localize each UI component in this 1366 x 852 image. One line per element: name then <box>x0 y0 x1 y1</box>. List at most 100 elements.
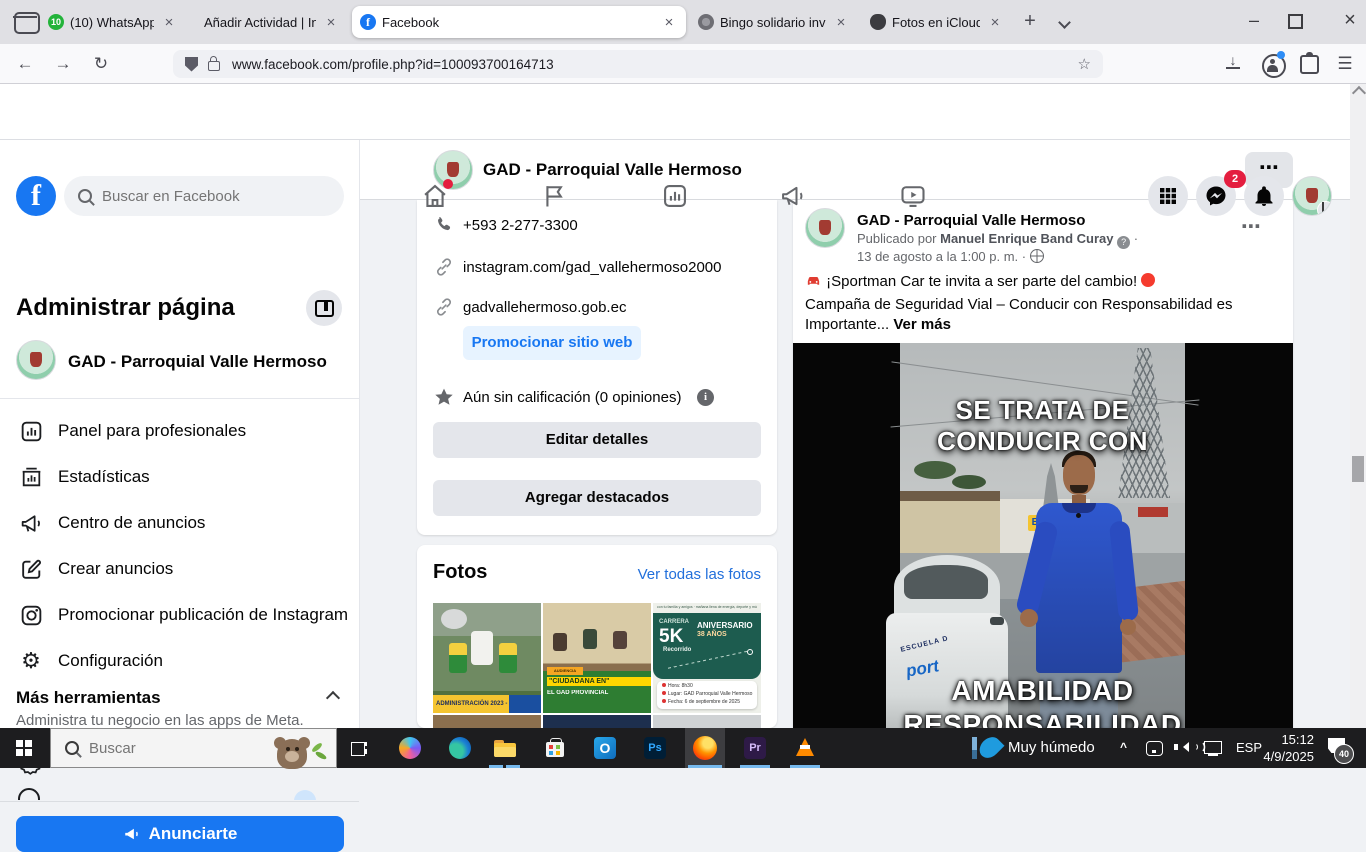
see-more-link[interactable]: Ver más <box>893 316 951 333</box>
tab-icloud[interactable]: Fotos en iCloud - Apple iClou × <box>862 6 1012 38</box>
advertise-button[interactable]: Anunciarte <box>16 816 344 852</box>
page-title[interactable]: GAD - Parroquial Valle Hermoso <box>483 160 983 180</box>
taskbar-search-input[interactable] <box>87 739 241 758</box>
photo-tag: AUDIENCIA <box>547 667 583 675</box>
reload-button[interactable]: ↻ <box>86 44 116 84</box>
facebook-logo[interactable]: f <box>16 176 56 216</box>
pencil-square-icon <box>18 556 44 582</box>
photo-thumbnail[interactable] <box>433 715 541 728</box>
tray-expand-chevron[interactable]: ^ <box>1120 740 1127 754</box>
facebook-search[interactable] <box>64 176 344 216</box>
vlc-icon[interactable] <box>785 728 825 768</box>
browser-menu-icon[interactable]: ☰ <box>1330 44 1360 84</box>
collapse-more-tools-chevron[interactable] <box>328 693 338 703</box>
url-input[interactable] <box>230 56 1078 73</box>
weather-text[interactable]: Muy húmedo <box>1008 739 1095 756</box>
outlook-icon[interactable]: O <box>585 728 625 768</box>
window-minimize-button[interactable]: – <box>1238 6 1270 36</box>
post-date[interactable]: 13 de agosto a la 1:00 p. m. · <box>857 249 1237 264</box>
window-close-button[interactable]: × <box>1334 6 1366 36</box>
photo-thumbnail[interactable] <box>653 715 761 728</box>
bookmark-star-icon[interactable]: ☆ <box>1078 55 1091 73</box>
tracking-shield-icon[interactable] <box>185 57 198 72</box>
photo-thumbnail[interactable]: con tu familia y amigos · mañana llena d… <box>653 603 761 713</box>
nav-insights-icon[interactable] <box>661 182 689 210</box>
task-view-button[interactable] <box>340 728 380 768</box>
tab-list-chevron[interactable] <box>1060 18 1069 27</box>
firefox-icon-active[interactable] <box>685 728 725 768</box>
downloads-icon[interactable]: ↓ <box>1226 54 1240 69</box>
post-video[interactable]: E ESCUELA D port <box>793 343 1293 728</box>
search-highlight-bear-image[interactable] <box>269 737 329 769</box>
forward-button[interactable]: → <box>48 44 78 84</box>
see-all-photos-link[interactable]: Ver todas las fotos <box>561 566 761 583</box>
tab-close-icon[interactable]: × <box>986 14 1004 31</box>
post-author-avatar[interactable] <box>805 208 845 248</box>
sidebar-item-crear-anuncios[interactable]: Crear anuncios <box>0 546 360 592</box>
sidebar-title: Administrar página <box>16 294 296 322</box>
tray-cast-icon[interactable] <box>1146 741 1163 756</box>
sidebar-item-promocionar-instagram[interactable]: Promocionar publicación de Instagram <box>0 592 360 638</box>
network-icon[interactable] <box>1204 741 1222 754</box>
edge-icon[interactable] <box>440 728 480 768</box>
tab-facebook-active[interactable]: f Facebook × <box>352 6 686 38</box>
taskbar-search[interactable] <box>50 728 337 768</box>
sidebar-item-configuracion[interactable]: ⚙ Configuración <box>0 638 360 684</box>
page-avatar[interactable] <box>16 340 56 380</box>
tab-title: Bingo solidario invitación <box>720 15 826 30</box>
new-tab-button[interactable]: + <box>1016 8 1044 36</box>
messenger-button[interactable]: 2 <box>1196 176 1236 216</box>
sidebar-item-panel[interactable]: Panel para profesionales <box>0 408 360 454</box>
tab-close-icon[interactable]: × <box>660 14 678 31</box>
photos-card: Fotos Ver todas las fotos ADMINISTRACIÓN… <box>417 545 777 728</box>
clock[interactable]: 15:12 4/9/2025 <box>1252 731 1314 765</box>
collapse-sidebar-button[interactable] <box>306 290 342 326</box>
sidebar-page-name[interactable]: GAD - Parroquial Valle Hermoso <box>68 352 348 372</box>
extensions-puzzle-icon[interactable] <box>1300 55 1319 74</box>
tab-informes[interactable]: Añadir Actividad | Informes Mens × <box>190 6 348 38</box>
volume-icon[interactable] <box>1178 742 1203 752</box>
scrollbar-up-arrow[interactable] <box>1354 88 1364 98</box>
instagram-link[interactable]: instagram.com/gad_vallehermoso2000 <box>463 259 763 276</box>
sidebar-item-centro-anuncios[interactable]: Centro de anuncios <box>0 500 360 546</box>
photo-thumbnail[interactable]: ADMINISTRACIÓN 2023 - 2027 <box>433 603 541 713</box>
tab-whatsapp[interactable]: 10 (10) WhatsApp Business × <box>40 6 186 38</box>
tab-bingo[interactable]: Bingo solidario invitación × <box>690 6 858 38</box>
scrollbar-thumb[interactable] <box>1352 456 1364 482</box>
microsoft-store-icon[interactable] <box>535 728 575 768</box>
start-button[interactable] <box>4 728 44 768</box>
window-maximize-button[interactable] <box>1288 14 1303 29</box>
nav-home-icon[interactable] <box>421 182 449 210</box>
question-badge-icon[interactable]: ? <box>1117 236 1130 249</box>
edit-details-button[interactable]: Editar detalles <box>433 422 761 458</box>
lock-icon[interactable] <box>208 61 220 71</box>
back-button[interactable]: ← <box>10 44 40 84</box>
info-icon[interactable]: i <box>697 389 714 406</box>
sidebar-item-estadisticas[interactable]: Estadísticas <box>0 454 360 500</box>
photo-thumbnail[interactable]: AUDIENCIA "CIUDADANA EN" EL GAD PROVINCI… <box>543 603 651 713</box>
notifications-button[interactable] <box>1244 176 1284 216</box>
home-notification-dot <box>443 179 453 189</box>
copilot-icon[interactable] <box>390 728 430 768</box>
account-icon[interactable] <box>1262 54 1286 78</box>
tab-close-icon[interactable]: × <box>322 14 340 31</box>
apps-menu-button[interactable] <box>1148 176 1188 216</box>
page-scrollbar[interactable] <box>1350 84 1366 728</box>
profile-avatar[interactable] <box>1292 176 1332 216</box>
website-link[interactable]: gadvallehermoso.gob.ec <box>463 299 763 316</box>
partial-menu-icon <box>18 788 42 800</box>
premiere-icon[interactable]: Pr <box>735 728 775 768</box>
add-highlights-button[interactable]: Agregar destacados <box>433 480 761 516</box>
tab-close-icon[interactable]: × <box>160 14 178 31</box>
photoshop-icon[interactable]: Ps <box>635 728 675 768</box>
nav-pages-icon[interactable] <box>541 182 569 210</box>
file-explorer-icon[interactable] <box>485 728 525 768</box>
url-bar[interactable]: ☆ <box>173 50 1103 78</box>
promote-website-button[interactable]: Promocionar sitio web <box>463 326 641 360</box>
post-options-button[interactable]: ⋯ <box>1241 214 1261 239</box>
photo-thumbnail[interactable] <box>543 715 651 728</box>
nav-video-icon[interactable] <box>899 182 927 210</box>
nav-ads-icon[interactable] <box>779 182 807 210</box>
tab-close-icon[interactable]: × <box>832 14 850 31</box>
search-input[interactable] <box>100 187 324 206</box>
